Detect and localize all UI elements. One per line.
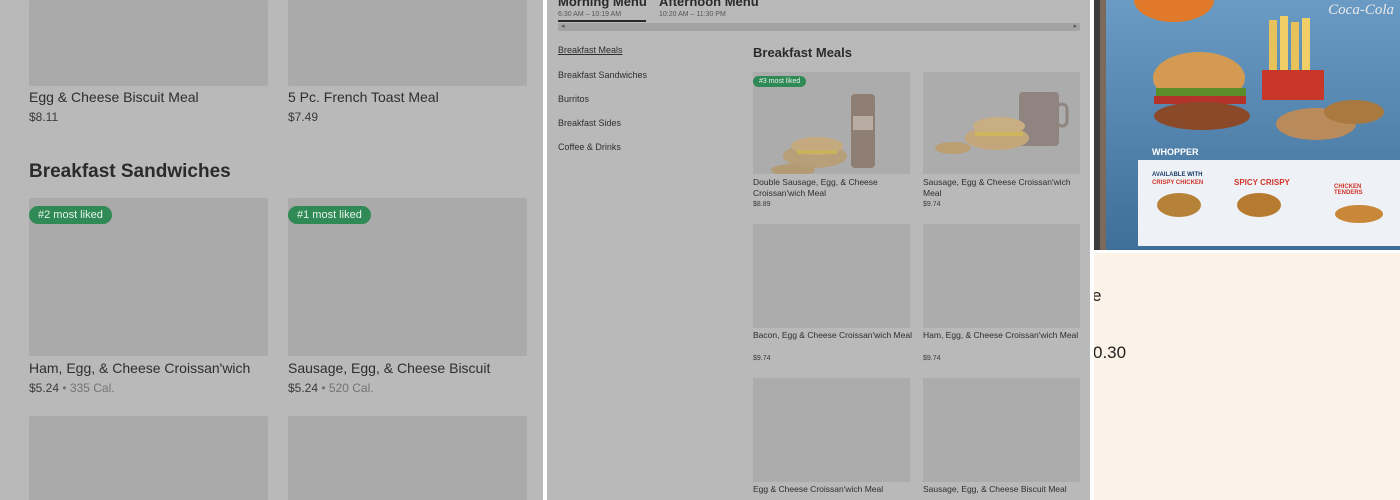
divider (1094, 250, 1400, 253)
scroll-left-icon[interactable]: ◂ (561, 22, 565, 30)
menu-item-name[interactable]: 5 Pc. French Toast Meal (288, 89, 439, 105)
menu-item-name[interactable]: Ham, Egg, & Cheese Croissan'wich Meal (923, 330, 1083, 341)
most-liked-badge: #1 most liked (288, 206, 371, 224)
active-tab-indicator (558, 20, 646, 22)
menu-item-name[interactable]: Sausage, Egg, & Cheese Biscuit Meal (923, 484, 1083, 495)
meal-photo-icon (771, 94, 875, 174)
category-breakfast-sandwiches[interactable]: Breakfast Sandwiches (558, 70, 647, 80)
menu-item-image[interactable] (753, 224, 910, 328)
item-title-fragment: e (1094, 286, 1102, 305)
promo-label-2: SPICY CRISPY (1234, 178, 1290, 187)
most-liked-badge: #2 most liked (29, 206, 112, 224)
menu-item-price: $8.89 (753, 201, 771, 208)
scroll-right-icon[interactable]: ▸ (1073, 22, 1077, 30)
tab-afternoon-menu[interactable]: Afternoon Menu (659, 0, 759, 9)
horizontal-scrollbar[interactable]: ◂ ▸ (558, 23, 1080, 31)
menu-item-price: $9.74 (753, 355, 771, 362)
menu-item-image[interactable] (29, 416, 268, 500)
menu-item-image[interactable] (288, 0, 527, 86)
menu-item-name[interactable]: Ham, Egg, & Cheese Croissan'wich (29, 360, 250, 376)
menu-item-image[interactable] (923, 224, 1080, 328)
category-breakfast-meals[interactable]: Breakfast Meals (558, 45, 623, 55)
menu-item-name[interactable]: Double Sausage, Egg, & Cheese Croissan'w… (753, 177, 913, 199)
promo-poster-icon (1094, 0, 1400, 250)
restaurant-window-photo: WHOPPER Coca-Cola AVAILABLE WITH CRISPY … (1094, 0, 1400, 250)
middle-menu-panel: Morning Menu 6:30 AM – 10:19 AM Afternoo… (547, 0, 1090, 500)
tab-morning-menu[interactable]: Morning Menu (558, 0, 647, 9)
menu-item-image[interactable] (753, 378, 910, 482)
tab-time: 6:30 AM – 10:19 AM (558, 11, 622, 18)
meal-photo-icon (935, 92, 1069, 154)
menu-item-image[interactable] (923, 378, 1080, 482)
category-coffee-drinks[interactable]: Coffee & Drinks (558, 142, 621, 152)
tab-time: 10:20 AM – 11:30 PM (659, 11, 726, 18)
promo-label-3: CHICKEN TENDERS (1334, 184, 1363, 196)
menu-item-image[interactable] (29, 0, 268, 86)
item-price-fragment: 0.30 (1094, 343, 1127, 362)
menu-item-price: $9.74 (923, 355, 941, 362)
right-panel: WHOPPER Coca-Cola AVAILABLE WITH CRISPY … (1094, 0, 1400, 500)
category-burritos[interactable]: Burritos (558, 94, 589, 104)
brand-logo: Coca-Cola (1328, 2, 1394, 18)
calories: • 335 Cal. (62, 381, 115, 395)
menu-item-name[interactable]: Bacon, Egg & Cheese Croissan'wich Meal (753, 330, 913, 341)
category-breakfast-sides[interactable]: Breakfast Sides (558, 118, 621, 128)
whopper-label: WHOPPER (1152, 147, 1199, 157)
promo-label-1: CRISPY CHICKEN (1152, 180, 1204, 186)
left-menu-panel: Egg & Cheese Biscuit Meal $8.11 5 Pc. Fr… (0, 0, 543, 500)
panel-divider (1090, 0, 1094, 500)
price-value: $5.24 (29, 381, 60, 395)
menu-item-name[interactable]: Sausage, Egg, & Cheese Biscuit (288, 360, 490, 376)
menu-item-image[interactable] (753, 72, 910, 174)
most-liked-badge: #3 most liked (753, 76, 807, 87)
menu-item-name[interactable]: Sausage, Egg & Cheese Croissan'wich Meal (923, 177, 1083, 199)
menu-item-image[interactable] (288, 416, 527, 500)
section-title: Breakfast Sandwiches (29, 161, 231, 182)
menu-item-price: $7.49 (288, 110, 319, 124)
menu-item-name[interactable]: Egg & Cheese Croissan'wich Meal (753, 484, 913, 495)
menu-item-name[interactable]: Egg & Cheese Biscuit Meal (29, 89, 199, 105)
panel-divider (543, 0, 547, 500)
calories: • 520 Cal. (321, 381, 374, 395)
available-label: AVAILABLE WITH (1152, 172, 1203, 178)
menu-item-price: $8.11 (29, 110, 59, 124)
section-title: Breakfast Meals (753, 45, 852, 60)
menu-item-price: $9.74 (923, 201, 941, 208)
menu-item-image[interactable] (923, 72, 1080, 174)
menu-item-price: $5.24 • 335 Cal. (29, 381, 115, 395)
menu-item-price: $5.24 • 520 Cal. (288, 381, 374, 395)
price-value: $5.24 (288, 381, 319, 395)
